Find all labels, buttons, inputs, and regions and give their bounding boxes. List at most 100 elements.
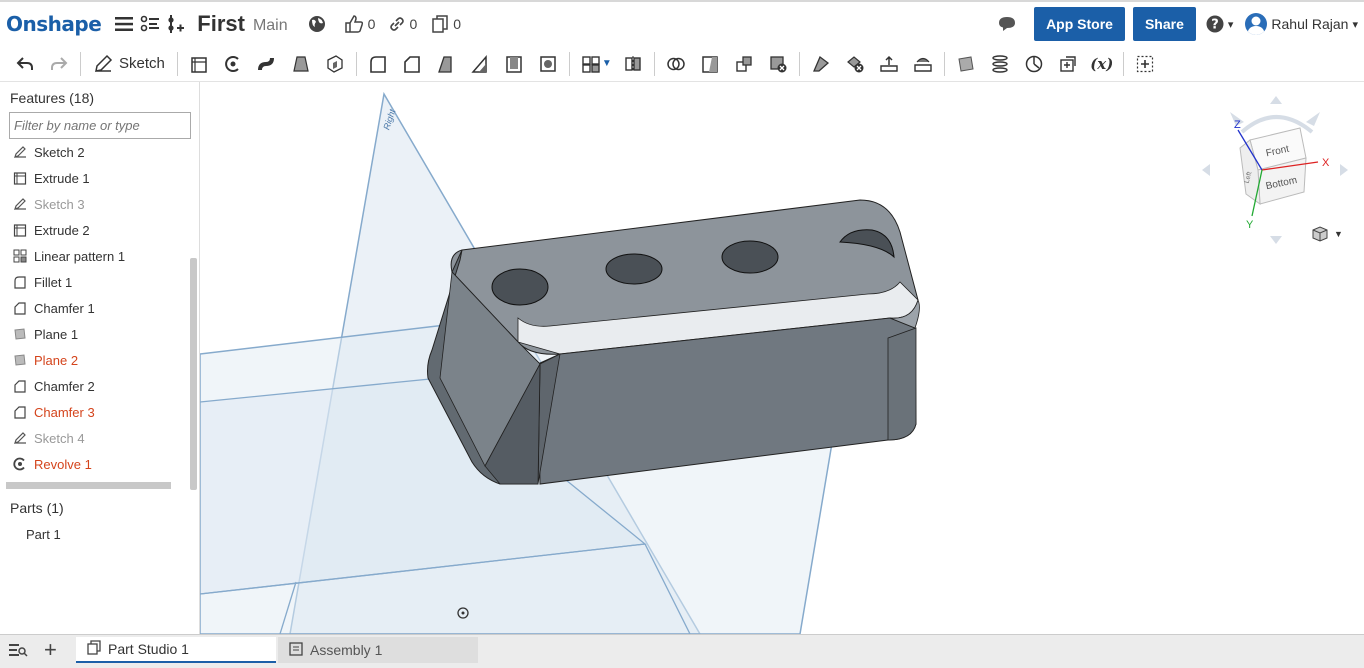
- variable-button[interactable]: (x): [1085, 49, 1119, 79]
- loft-icon[interactable]: [284, 49, 318, 79]
- replace-face-icon[interactable]: [906, 49, 940, 79]
- likes-counter[interactable]: 0: [344, 15, 375, 33]
- delete-part-icon[interactable]: [761, 49, 795, 79]
- comment-icon[interactable]: [994, 11, 1020, 37]
- feature-label: Plane 2: [34, 352, 79, 368]
- feature-item[interactable]: Plane 1: [0, 321, 190, 347]
- split-icon[interactable]: [693, 49, 727, 79]
- graphics-viewport[interactable]: Right Front Bottom Left Z X Y ▼: [200, 82, 1364, 634]
- draft-icon[interactable]: [429, 49, 463, 79]
- derived-icon[interactable]: [1051, 49, 1085, 79]
- view-menu[interactable]: ▼: [1310, 224, 1343, 244]
- feature-item[interactable]: Sketch 4: [0, 425, 190, 451]
- view-menu-caret-icon: ▼: [1334, 229, 1343, 239]
- feature-filter-input[interactable]: [9, 112, 191, 139]
- rotate-arrow-icon[interactable]: [1202, 164, 1210, 176]
- sketch-icon: [12, 430, 28, 446]
- feature-label: Sketch 4: [34, 430, 85, 446]
- tab-manager-icon[interactable]: [8, 641, 28, 664]
- plane-icon: [12, 326, 28, 342]
- rotate-arrow-icon[interactable]: [1306, 112, 1320, 126]
- feature-label: Linear pattern 1: [34, 248, 126, 264]
- feature-item[interactable]: Chamfer 1: [0, 295, 190, 321]
- feature-label: Chamfer 3: [34, 404, 95, 420]
- part-item[interactable]: Part 1: [26, 527, 61, 542]
- feature-list-toggle-icon[interactable]: [137, 11, 163, 37]
- feature-label: Plane 1: [34, 326, 79, 342]
- tab-part-studio[interactable]: Part Studio 1: [76, 637, 276, 663]
- globe-icon[interactable]: [304, 11, 330, 37]
- feature-item[interactable]: Chamfer 3: [0, 399, 190, 425]
- help-menu[interactable]: ? ▾: [1206, 15, 1233, 33]
- feature-label: Chamfer 2: [34, 378, 95, 394]
- redo-icon[interactable]: [42, 49, 76, 79]
- boolean-icon[interactable]: [659, 49, 693, 79]
- feature-list-panel: Features (18) Sketch 2 Extrude 1 Sketch 3 E…: [0, 82, 200, 634]
- copies-counter[interactable]: 0: [431, 15, 461, 33]
- feature-item[interactable]: Revolve 1: [0, 451, 190, 477]
- part-body[interactable]: [427, 199, 920, 485]
- feature-list: Sketch 2 Extrude 1 Sketch 3 Extrude 2 Linear…: [0, 139, 190, 489]
- features-header: Features (18): [10, 90, 95, 106]
- modify-fillet-icon[interactable]: [804, 49, 838, 79]
- shell-icon[interactable]: [497, 49, 531, 79]
- feature-item[interactable]: Fillet 1: [0, 269, 190, 295]
- rib-icon[interactable]: [463, 49, 497, 79]
- feature-item[interactable]: Linear pattern 1: [0, 243, 190, 269]
- feature-item[interactable]: Sketch 2: [0, 139, 190, 165]
- add-tab-icon[interactable]: +: [44, 639, 57, 661]
- tab-label: Assembly 1: [310, 642, 383, 658]
- undo-icon[interactable]: [8, 49, 42, 79]
- move-face-icon[interactable]: [872, 49, 906, 79]
- chamfer-icon: [12, 378, 28, 394]
- branch-name[interactable]: Main: [253, 17, 288, 35]
- thicken-icon[interactable]: [318, 49, 352, 79]
- share-button[interactable]: Share: [1132, 7, 1196, 41]
- hole-icon[interactable]: [531, 49, 565, 79]
- hamburger-menu-icon[interactable]: [111, 11, 137, 37]
- app-store-button[interactable]: App Store: [1034, 7, 1125, 41]
- revolve-icon: [12, 456, 28, 472]
- tab-bar: + Part Studio 1 Assembly 1: [0, 634, 1364, 668]
- feature-item[interactable]: Sketch 3: [0, 191, 190, 217]
- delete-face-icon[interactable]: [838, 49, 872, 79]
- transform-icon[interactable]: [727, 49, 761, 79]
- document-title[interactable]: First: [197, 11, 245, 37]
- user-menu[interactable]: Rahul Rajan ▾: [1245, 13, 1358, 35]
- links-counter[interactable]: 0: [389, 16, 417, 32]
- part-studio-icon: [86, 639, 102, 659]
- rotate-arrow-icon[interactable]: [1270, 96, 1282, 104]
- z-axis-label: Z: [1234, 119, 1241, 131]
- feature-item[interactable]: Extrude 1: [0, 165, 190, 191]
- extrude-icon[interactable]: [182, 49, 216, 79]
- pattern-dropdown-icon[interactable]: ▼: [602, 58, 612, 69]
- rotate-arrow-icon[interactable]: [1340, 164, 1348, 176]
- fillet-icon[interactable]: [361, 49, 395, 79]
- sketch-icon: [12, 196, 28, 212]
- chamfer-icon[interactable]: [395, 49, 429, 79]
- chamfer-icon: [12, 300, 28, 316]
- sweep-icon[interactable]: [250, 49, 284, 79]
- fillet-icon: [12, 274, 28, 290]
- feature-item[interactable]: Chamfer 2: [0, 373, 190, 399]
- revolve-icon[interactable]: [216, 49, 250, 79]
- feature-item[interactable]: Plane 2: [0, 347, 190, 373]
- insert-feature-icon[interactable]: [163, 11, 189, 37]
- plane-icon[interactable]: [949, 49, 983, 79]
- extrude-icon: [12, 222, 28, 238]
- add-custom-feature-icon[interactable]: [1128, 49, 1162, 79]
- feature-toolbar: Sketch ▼ (x): [0, 46, 1364, 82]
- avatar: [1245, 13, 1268, 35]
- rotate-arrow-icon[interactable]: [1270, 236, 1282, 244]
- feature-item[interactable]: Extrude 2: [0, 217, 190, 243]
- tab-assembly[interactable]: Assembly 1: [278, 637, 478, 663]
- model-canvas[interactable]: Right: [200, 82, 1364, 634]
- feature-label: Extrude 1: [34, 170, 90, 186]
- sketch-button[interactable]: Sketch: [85, 54, 173, 74]
- mate-connector-icon[interactable]: [1017, 49, 1051, 79]
- helix-icon[interactable]: [983, 49, 1017, 79]
- feature-list-scrollbar[interactable]: [190, 258, 197, 490]
- mirror-icon[interactable]: [616, 49, 650, 79]
- feature-list-horizontal-scrollbar[interactable]: [6, 482, 171, 489]
- onshape-logo[interactable]: Onshape: [6, 12, 102, 36]
